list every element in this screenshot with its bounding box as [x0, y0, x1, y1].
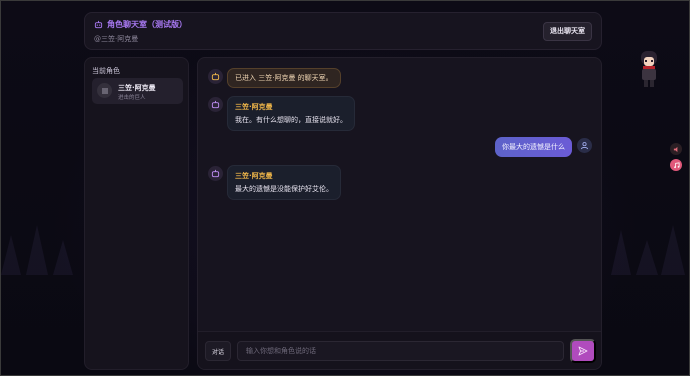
sidebar: 当前角色 三笠·阿克曼 进击的巨人 [84, 57, 189, 370]
message-text: 我在。有什么想聊的，直接说就好。 [235, 116, 347, 124]
input-bar: 对话 [198, 331, 601, 369]
current-role-handle: @三笠·阿克曼 [94, 35, 139, 43]
bot-icon [208, 69, 223, 84]
bot-message: 三笠·阿克曼 我在。有什么想聊的，直接说就好。 [227, 96, 355, 131]
role-source: 进击的巨人 [118, 95, 146, 101]
bot-icon [208, 166, 223, 181]
message-text: 最大的遗憾是没能保护好艾伦。 [235, 185, 333, 193]
bot-icon [94, 20, 103, 29]
bot-icon [208, 97, 223, 112]
message-sender: 三笠·阿克曼 [235, 103, 273, 111]
menu-lines-icon [97, 83, 112, 98]
mode-button[interactable]: 对话 [205, 341, 231, 361]
sound-toggle-icon[interactable] [670, 143, 682, 155]
send-button[interactable] [570, 339, 596, 363]
user-icon [577, 138, 592, 153]
chat-header: 角色聊天室（测试版） @三笠·阿克曼 退出聊天室 [84, 12, 602, 50]
current-role-card[interactable]: 三笠·阿克曼 进击的巨人 [92, 78, 183, 104]
message-text: 你最大的遗憾是什么 [502, 143, 565, 151]
system-message: 已进入 三笠·阿克曼 的聊天室。 [227, 68, 341, 88]
message-input[interactable] [237, 341, 564, 361]
bot-message: 三笠·阿克曼 最大的遗憾是没能保护好艾伦。 [227, 165, 341, 200]
mascot-character[interactable] [638, 50, 660, 88]
role-name: 三笠·阿克曼 [118, 84, 156, 92]
send-icon [578, 346, 588, 356]
sidebar-title: 当前角色 [92, 67, 120, 75]
page-title: 角色聊天室（测试版） [107, 20, 187, 29]
message-sender: 三笠·阿克曼 [235, 172, 273, 180]
music-toggle-icon[interactable] [670, 159, 682, 171]
title-row: 角色聊天室（测试版） [94, 19, 187, 30]
chat-panel: 已进入 三笠·阿克曼 的聊天室。 三笠·阿克曼 我在。有什么想聊的，直接说就好。… [197, 57, 602, 370]
app-window: 角色聊天室（测试版） @三笠·阿克曼 退出聊天室 当前角色 三笠·阿克曼 进击的… [0, 0, 690, 376]
exit-chatroom-button[interactable]: 退出聊天室 [543, 22, 592, 41]
system-message-text: 已进入 三笠·阿克曼 的聊天室。 [235, 74, 333, 82]
user-message: 你最大的遗憾是什么 [495, 137, 572, 157]
